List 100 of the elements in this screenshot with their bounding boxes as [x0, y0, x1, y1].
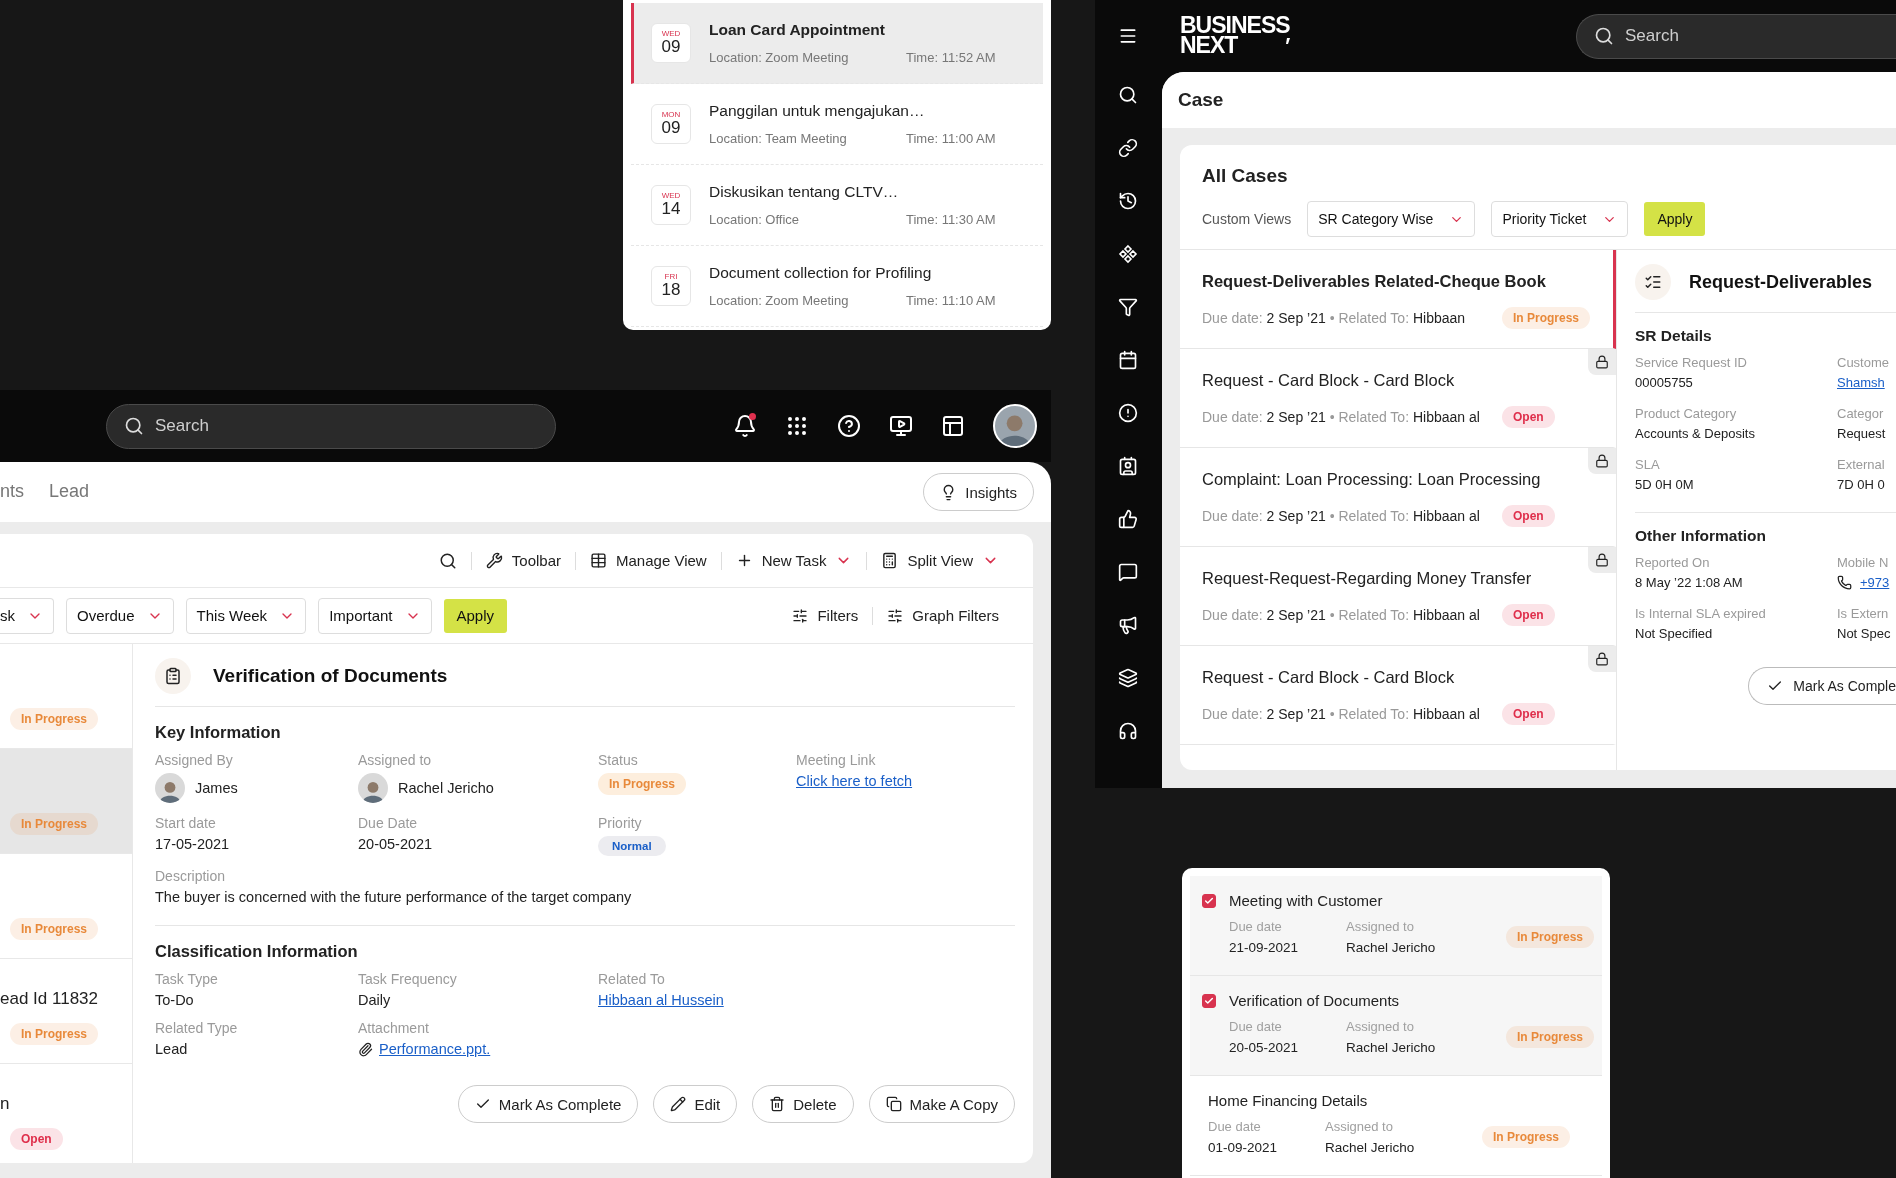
search-icon: [438, 551, 457, 570]
case-title: Complaint: Loan Processing: Loan Processing: [1202, 470, 1542, 489]
toolbar-button[interactable]: Toolbar: [471, 552, 576, 569]
mark-complete-button[interactable]: Mark As Complete: [457, 1085, 639, 1123]
task-title: n: [0, 1094, 11, 1114]
alert-button[interactable]: [1117, 403, 1138, 423]
field-label: Assigned to: [358, 752, 433, 768]
task-title: ead Id 11832: [0, 989, 99, 1009]
field-label: Related Type: [155, 1020, 239, 1036]
case-row[interactable]: Request-Deliverables Related-Cheque Book Due date: 2 Sep ’21 • Related To: Hibbaan In Progress: [1180, 250, 1616, 349]
layout-icon: [941, 414, 965, 438]
field-value: 5D 0H 0M: [1635, 477, 1695, 492]
detail-title: Verification of Documents: [213, 665, 448, 687]
diamonds-button[interactable]: [1117, 244, 1138, 264]
case-meta: Due date: 2 Sep ’21 • Related To: Hibbaan al: [1202, 706, 1481, 722]
insights-button[interactable]: Insights: [923, 473, 1034, 511]
status-tag: Open: [1502, 406, 1555, 428]
field-value: Request: [1837, 426, 1887, 441]
field-label: Assigned By: [155, 752, 234, 768]
make-copy-button[interactable]: Make A Copy: [868, 1085, 1015, 1123]
toolbar-button[interactable]: New Task: [721, 552, 867, 569]
checkbox[interactable]: [1202, 893, 1216, 908]
tab[interactable]: nts: [0, 480, 24, 504]
status-tag: In Progress: [1482, 1126, 1571, 1148]
filter-dropdown[interactable]: sk: [0, 597, 54, 634]
case-title: Request - Card Block - Card Block: [1202, 668, 1456, 687]
notification-button[interactable]: [733, 414, 757, 438]
field-link[interactable]: Click here to fetch: [796, 773, 1015, 789]
apply-button[interactable]: Apply: [443, 598, 508, 633]
layout-button[interactable]: [941, 414, 965, 438]
cards-button[interactable]: [1117, 668, 1138, 688]
field-label: Meeting Link: [796, 752, 877, 768]
case-row[interactable]: Request - Card Block - Card Block Due date: 2 Sep ’21 • Related To: Hibbaan al Open: [1180, 646, 1616, 745]
filters-button[interactable]: Filters: [778, 607, 873, 624]
history-button[interactable]: [1117, 191, 1138, 211]
field-value: Rachel Jericho: [1346, 940, 1437, 955]
case-row[interactable]: Request - Card Block - Card Block Due date: 2 Sep ’21 • Related To: Hibbaan al Open: [1180, 349, 1616, 448]
field-label: Custome: [1837, 355, 1891, 370]
task-title: Home Financing Details: [1208, 1092, 1368, 1109]
filter-dropdown[interactable]: Important: [318, 597, 432, 634]
filter-dropdown[interactable]: This Week: [185, 597, 307, 634]
status-tag: Open: [1502, 703, 1555, 725]
field-value: Daily: [358, 992, 392, 1008]
case-row[interactable]: Complaint: Loan Processing: Loan Processing Due date: 2 Sep ’21 • Related To: Hibbaan al Open: [1180, 448, 1616, 547]
delete-button[interactable]: Delete: [752, 1085, 854, 1123]
case-meta: Due date: 2 Sep ’21 • Related To: Hibbaan: [1202, 310, 1467, 326]
chat-button[interactable]: [1117, 562, 1138, 582]
field-value: Rachel Jericho: [1325, 1140, 1416, 1155]
case-row[interactable]: Request-Request-Regarding Money Transfer Due date: 2 Sep ’21 • Related To: Hibbaan al Open: [1180, 547, 1616, 646]
filter-button[interactable]: [1117, 297, 1138, 317]
sliders-icon: [887, 607, 904, 624]
appointment-location: Location: Team Meeting: [709, 131, 848, 146]
case-meta: Due date: 2 Sep ’21 • Related To: Hibbaan al: [1202, 409, 1481, 425]
edit-button[interactable]: Edit: [653, 1085, 738, 1123]
mark-complete-button[interactable]: Mark As Comple: [1748, 667, 1896, 705]
toolbar-button[interactable]: Manage View: [576, 552, 721, 569]
search-field[interactable]: Search: [106, 403, 556, 449]
field-link[interactable]: Hibbaan al Hussein: [598, 992, 796, 1008]
filter-dropdown[interactable]: Overdue: [66, 597, 174, 634]
status-tag: In Progress: [10, 813, 99, 835]
task-card-row[interactable]: Verification of Documents Due date 20-05-2021 Assigned to Rachel Jericho In Progress: [1190, 976, 1602, 1076]
dots-grid-icon: [785, 414, 809, 438]
calendar-button[interactable]: [1117, 350, 1138, 370]
field-value: The buyer is concerned with the future performance of the target company: [155, 889, 633, 905]
contact-card-button[interactable]: [1117, 456, 1138, 476]
status-tag: Open: [1502, 505, 1555, 527]
task-card-row[interactable]: Meeting with Customer Due date 21-09-2021 Assigned to Rachel Jericho In Progress: [1190, 876, 1602, 976]
view-dropdown[interactable]: Priority Ticket: [1491, 201, 1629, 237]
appointment-row[interactable]: WED 09 Loan Card Appointment Location: Zoom Meeting Time: 11:52 AM: [631, 3, 1043, 84]
toolbar-button[interactable]: Split View: [867, 552, 1013, 569]
video-button[interactable]: [889, 414, 913, 438]
tab[interactable]: Lead: [49, 480, 90, 504]
filters-button[interactable]: Graph Filters: [873, 607, 1013, 624]
checkmark-icon: [1204, 995, 1214, 1006]
field-link[interactable]: Shamsh: [1837, 375, 1896, 390]
case-meta: Due date: 2 Sep ’21 • Related To: Hibbaan al: [1202, 508, 1481, 524]
attachment-link[interactable]: Performance.ppt.: [379, 1041, 491, 1057]
thumbs-up-icon: [1117, 509, 1138, 529]
user-avatar[interactable]: [993, 404, 1037, 448]
appointment-time: Time: 11:00 AM: [906, 131, 996, 146]
field-label: Reported On: [1635, 555, 1711, 570]
case-title: Request-Request-Regarding Money Transfer: [1202, 569, 1533, 588]
status-tag: In Progress: [1506, 926, 1595, 948]
view-dropdown[interactable]: SR Category Wise: [1307, 201, 1476, 237]
phone-link[interactable]: +973: [1860, 575, 1890, 590]
apply-button[interactable]: Apply: [1644, 202, 1706, 236]
search-button[interactable]: [1117, 85, 1138, 105]
search-field[interactable]: Search: [1576, 13, 1896, 59]
megaphone-button[interactable]: [1117, 615, 1138, 635]
headset-button[interactable]: [1117, 721, 1138, 741]
link-button[interactable]: [1117, 138, 1138, 158]
help-button[interactable]: [837, 414, 861, 438]
checkbox[interactable]: [1202, 993, 1216, 1008]
appointment-location: Location: Office: [709, 212, 801, 227]
field-label: Mobile N: [1837, 555, 1890, 570]
field-label: External: [1837, 457, 1886, 472]
play-screen-icon: [889, 414, 913, 438]
apps-button[interactable]: [785, 414, 809, 438]
thumbs-up-button[interactable]: [1117, 509, 1138, 529]
field-value: 01-09-2021: [1208, 1140, 1279, 1155]
